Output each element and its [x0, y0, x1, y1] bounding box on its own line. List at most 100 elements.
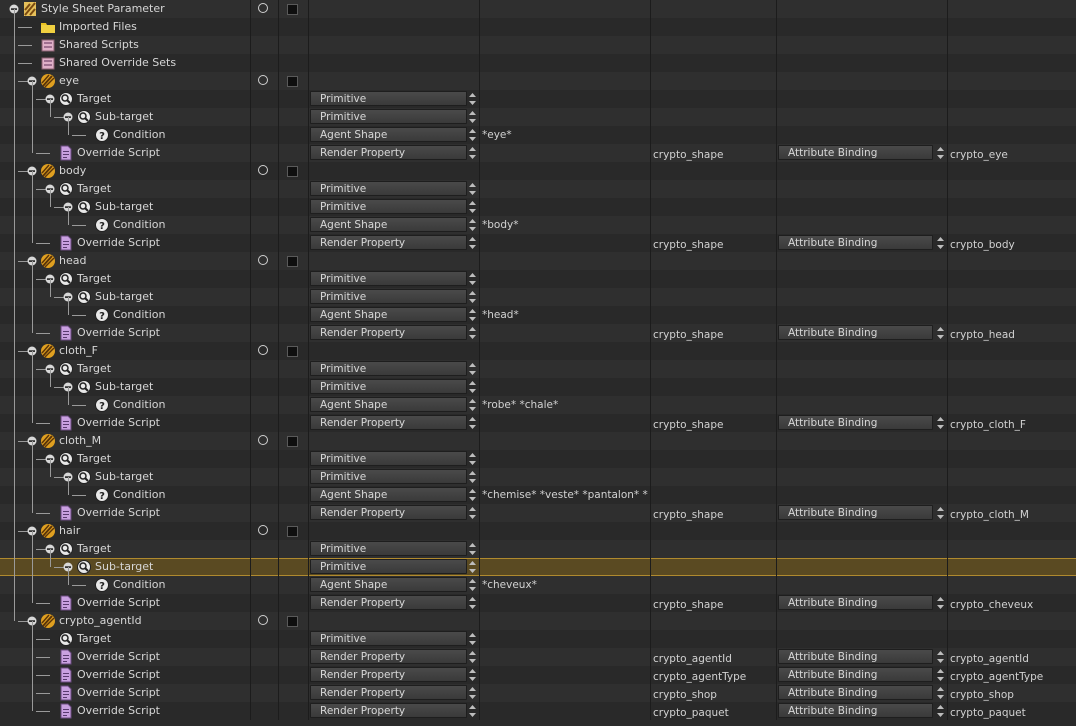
dropdown-arrows-icon[interactable] — [937, 326, 944, 340]
tree-row[interactable]: Sub-target Primitive — [0, 288, 1076, 306]
enable-radio[interactable] — [258, 345, 268, 355]
tree-row[interactable]: Override Script Render Property crypto_sha… — [0, 594, 1076, 612]
dropdown-arrows-icon[interactable] — [469, 506, 476, 520]
type-dropdown[interactable]: Agent Shape — [310, 217, 467, 232]
tree-row[interactable]: Sub-target Primitive — [0, 468, 1076, 486]
dropdown-arrows-icon[interactable] — [469, 110, 476, 124]
tree-row[interactable]: ? Condition Agent Shape *cheveux* — [0, 576, 1076, 594]
type-dropdown[interactable]: Render Property — [310, 505, 467, 520]
dropdown-arrows-icon[interactable] — [469, 290, 476, 304]
binding-dropdown[interactable]: Attribute Binding — [778, 325, 933, 340]
type-dropdown[interactable]: Agent Shape — [310, 307, 467, 322]
pattern-field[interactable]: *body* — [482, 216, 648, 234]
binding-dropdown[interactable]: Attribute Binding — [778, 649, 933, 664]
dropdown-arrows-icon[interactable] — [469, 398, 476, 412]
bypass-checkbox[interactable] — [287, 4, 298, 15]
bypass-checkbox[interactable] — [287, 436, 298, 447]
enable-radio[interactable] — [258, 255, 268, 265]
dropdown-arrows-icon[interactable] — [469, 128, 476, 142]
tree-row[interactable]: Target Primitive — [0, 270, 1076, 288]
tree-row[interactable]: Override Script Render Property crypto_paq… — [0, 702, 1076, 720]
type-dropdown[interactable]: Primitive — [310, 361, 467, 376]
dropdown-arrows-icon[interactable] — [469, 452, 476, 466]
tree-row[interactable]: head — [0, 252, 1076, 270]
tree-row[interactable]: Target Primitive — [0, 540, 1076, 558]
dropdown-arrows-icon[interactable] — [937, 236, 944, 250]
type-dropdown[interactable]: Render Property — [310, 595, 467, 610]
bypass-checkbox[interactable] — [287, 76, 298, 87]
tree-row[interactable]: Sub-target Primitive — [0, 108, 1076, 126]
tree-row[interactable]: Override Script Render Property crypto_sha… — [0, 234, 1076, 252]
tree-row[interactable]: Shared Override Sets — [0, 54, 1076, 72]
dropdown-arrows-icon[interactable] — [469, 470, 476, 484]
binding-dropdown[interactable]: Attribute Binding — [778, 235, 933, 250]
dropdown-arrows-icon[interactable] — [469, 668, 476, 682]
dropdown-arrows-icon[interactable] — [469, 380, 476, 394]
type-dropdown[interactable]: Primitive — [310, 109, 467, 124]
dropdown-arrows-icon[interactable] — [469, 272, 476, 286]
dropdown-arrows-icon[interactable] — [469, 200, 476, 214]
dropdown-arrows-icon[interactable] — [469, 146, 476, 160]
dropdown-arrows-icon[interactable] — [469, 488, 476, 502]
tree-row[interactable]: Target Primitive — [0, 360, 1076, 378]
binding-dropdown[interactable]: Attribute Binding — [778, 145, 933, 160]
type-dropdown[interactable]: Agent Shape — [310, 127, 467, 142]
property-name-field[interactable]: crypto_paquet — [653, 704, 773, 722]
type-dropdown[interactable]: Render Property — [310, 703, 467, 718]
dropdown-arrows-icon[interactable] — [469, 218, 476, 232]
enable-radio[interactable] — [258, 435, 268, 445]
tree-row[interactable]: cloth_M — [0, 432, 1076, 450]
dropdown-arrows-icon[interactable] — [469, 596, 476, 610]
tree-row[interactable]: eye — [0, 72, 1076, 90]
binding-dropdown[interactable]: Attribute Binding — [778, 703, 933, 718]
tree-row[interactable]: Style Sheet Parameter — [0, 0, 1076, 18]
dropdown-arrows-icon[interactable] — [469, 686, 476, 700]
type-dropdown[interactable]: Render Property — [310, 667, 467, 682]
type-dropdown[interactable]: Primitive — [310, 451, 467, 466]
tree-row[interactable]: ? Condition Agent Shape *robe* *chale* — [0, 396, 1076, 414]
type-dropdown[interactable]: Primitive — [310, 469, 467, 484]
tree-row[interactable]: Override Script Render Property crypto_sha… — [0, 144, 1076, 162]
type-dropdown[interactable]: Primitive — [310, 91, 467, 106]
tree-row[interactable]: Target Primitive — [0, 90, 1076, 108]
dropdown-arrows-icon[interactable] — [937, 650, 944, 664]
enable-radio[interactable] — [258, 615, 268, 625]
pattern-field[interactable]: *robe* *chale* — [482, 396, 648, 414]
dropdown-arrows-icon[interactable] — [469, 650, 476, 664]
type-dropdown[interactable]: Render Property — [310, 235, 467, 250]
type-dropdown[interactable]: Primitive — [310, 541, 467, 556]
dropdown-arrows-icon[interactable] — [469, 578, 476, 592]
type-dropdown[interactable]: Primitive — [310, 199, 467, 214]
dropdown-arrows-icon[interactable] — [937, 668, 944, 682]
dropdown-arrows-icon[interactable] — [937, 506, 944, 520]
tree-row[interactable]: Target Primitive — [0, 630, 1076, 648]
type-dropdown[interactable]: Agent Shape — [310, 577, 467, 592]
tree-row[interactable]: Target Primitive — [0, 180, 1076, 198]
tree-row[interactable]: Imported Files — [0, 18, 1076, 36]
pattern-field[interactable]: *head* — [482, 306, 648, 324]
type-dropdown[interactable]: Primitive — [310, 181, 467, 196]
type-dropdown[interactable]: Render Property — [310, 649, 467, 664]
enable-radio[interactable] — [258, 165, 268, 175]
binding-dropdown[interactable]: Attribute Binding — [778, 667, 933, 682]
type-dropdown[interactable]: Agent Shape — [310, 487, 467, 502]
tree-row[interactable]: hair — [0, 522, 1076, 540]
type-dropdown[interactable]: Agent Shape — [310, 397, 467, 412]
tree-row[interactable]: Override Script Render Property crypto_sho… — [0, 684, 1076, 702]
type-dropdown[interactable]: Primitive — [310, 631, 467, 646]
dropdown-arrows-icon[interactable] — [469, 236, 476, 250]
dropdown-arrows-icon[interactable] — [937, 146, 944, 160]
pattern-field[interactable]: *chemise* *veste* *pantalon* *cr — [482, 486, 648, 504]
type-dropdown[interactable]: Render Property — [310, 145, 467, 160]
type-dropdown[interactable]: Primitive — [310, 559, 467, 574]
type-dropdown[interactable]: Render Property — [310, 325, 467, 340]
dropdown-arrows-icon[interactable] — [937, 596, 944, 610]
dropdown-arrows-icon[interactable] — [469, 92, 476, 106]
dropdown-arrows-icon[interactable] — [469, 326, 476, 340]
dropdown-arrows-icon[interactable] — [469, 542, 476, 556]
bypass-checkbox[interactable] — [287, 616, 298, 627]
binding-dropdown[interactable]: Attribute Binding — [778, 685, 933, 700]
tree-row[interactable]: cloth_F — [0, 342, 1076, 360]
pattern-field[interactable]: *cheveux* — [482, 576, 648, 594]
dropdown-arrows-icon[interactable] — [937, 416, 944, 430]
